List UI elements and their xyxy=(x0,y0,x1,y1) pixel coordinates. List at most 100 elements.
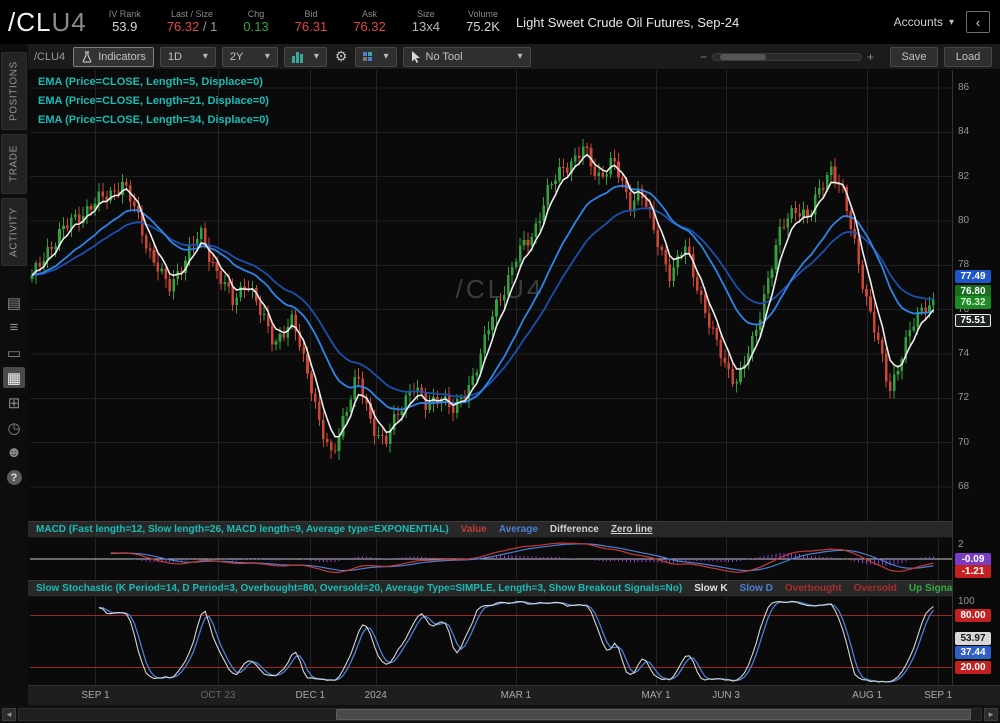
legend-item: Value xyxy=(461,524,487,535)
sidebar-tab-activity[interactable]: ACTIVITY xyxy=(1,198,27,266)
cursor-icon xyxy=(411,51,421,63)
price-bubble: 37.44 xyxy=(955,646,991,659)
aggregation-dropdown[interactable]: 1D ▾ xyxy=(160,47,216,67)
price-bubble: 53.97 xyxy=(955,632,991,645)
time-axis-label: MAY 1 xyxy=(641,690,670,701)
range-value: 2Y xyxy=(230,51,243,63)
aggregation-value: 1D xyxy=(168,51,182,63)
ema-label[interactable]: EMA (Price=CLOSE, Length=34, Displace=0) xyxy=(38,114,269,126)
watchlist-icon[interactable]: ≡ xyxy=(3,317,25,338)
axis-tick: 80 xyxy=(958,215,969,227)
scrollbar-thumb[interactable] xyxy=(336,709,971,720)
stochastic-splitter-bar[interactable]: Slow Stochastic (K Period=14, D Period=3… xyxy=(28,580,1000,597)
time-axis-label: SEP 1 xyxy=(81,690,109,701)
drawing-tool-dropdown[interactable]: No Tool ▾ xyxy=(403,47,531,67)
macd-legend: Value Average Difference Zero line xyxy=(461,524,653,535)
legend-item: Average xyxy=(499,524,538,535)
axis-tick: 74 xyxy=(958,348,969,360)
price-bubble: 77.49 xyxy=(955,270,991,283)
ema-label[interactable]: EMA (Price=CLOSE, Length=5, Displace=0) xyxy=(38,76,269,88)
chevron-down-icon: ▾ xyxy=(203,51,208,62)
pattern-chart-icon[interactable]: ▦ xyxy=(3,367,25,388)
price-bubble: 76.32 xyxy=(955,296,991,309)
zoom-slider-thumb[interactable] xyxy=(720,54,766,60)
sidebar-tab-positions[interactable]: POSITIONS xyxy=(1,52,27,130)
chart-settings-button[interactable]: ⚙ xyxy=(333,48,350,65)
time-axis-label: SEP 1 xyxy=(924,690,952,701)
collapse-panel-button[interactable]: ‹ xyxy=(966,11,990,33)
axis-tick: 82 xyxy=(958,171,969,183)
grid-apps-icon[interactable]: ⊞ xyxy=(3,392,25,413)
chevron-down-icon: ▾ xyxy=(265,51,270,62)
range-dropdown[interactable]: 2Y ▾ xyxy=(222,47,278,67)
legend-item: Overbought xyxy=(785,583,842,594)
chevron-down-icon: ▾ xyxy=(517,51,522,62)
ema-study-labels: EMA (Price=CLOSE, Length=5, Displace=0) E… xyxy=(38,76,269,126)
toolbar-symbol-label: /CLU4 xyxy=(34,51,65,63)
price-bubble: 20.00 xyxy=(955,661,991,674)
chevron-left-icon: ‹ xyxy=(976,15,980,30)
monitor-icon[interactable]: ▭ xyxy=(3,342,25,363)
time-axis-label: OCT 23 xyxy=(201,690,236,701)
trading-platform-window: /CLU4 IV Rank53.9Last / Size76.32 / 1Chg… xyxy=(0,0,1000,723)
sidebar-tab-trade[interactable]: TRADE xyxy=(1,134,27,194)
stochastic-pane-canvas[interactable] xyxy=(30,597,952,685)
quote-stat-chg: Chg0.13 xyxy=(243,9,268,34)
load-button[interactable]: Load xyxy=(944,47,992,67)
ema-label[interactable]: EMA (Price=CLOSE, Length=21, Displace=0) xyxy=(38,95,269,107)
chart-region: /CLU4 EMA (Price=CLOSE, Length=5, Displa… xyxy=(28,70,1000,685)
quote-stat-bid: Bid76.31 xyxy=(295,9,328,34)
legend-item: Oversold xyxy=(854,583,897,594)
community-icon[interactable]: ☻ xyxy=(3,442,25,463)
indicators-button[interactable]: Indicators xyxy=(73,47,154,67)
legend-item: Slow D xyxy=(740,583,773,594)
zoom-out-button[interactable]: − xyxy=(700,50,707,64)
accounts-dropdown[interactable]: Accounts ▾ xyxy=(894,15,954,29)
quote-stat-ask: Ask76.32 xyxy=(353,9,386,34)
history-clock-icon[interactable]: ◷ xyxy=(3,417,25,438)
left-sidebar: POSITIONS TRADE ACTIVITY ▤ ≡ ▭ ▦ ⊞ ◷ ☻? xyxy=(0,44,28,705)
flask-icon xyxy=(81,51,93,63)
legend-item: Zero line xyxy=(611,524,653,535)
chart-scrollbar: ◂ ▸ xyxy=(0,705,1000,723)
drawing-set-dropdown[interactable]: ▾ xyxy=(355,47,396,67)
legend-item: Difference xyxy=(550,524,599,535)
price-chart-canvas[interactable]: /CLU4 xyxy=(30,70,952,521)
macd-splitter-bar[interactable]: MACD (Fast length=12, Slow length=26, MA… xyxy=(28,521,1000,538)
chevron-down-icon: ▾ xyxy=(314,51,319,62)
quote-stats: IV Rank53.9Last / Size76.32 / 1Chg0.13Bi… xyxy=(109,9,500,34)
stochastic-study-label[interactable]: Slow Stochastic (K Period=14, D Period=3… xyxy=(36,583,682,594)
axis-tick: 72 xyxy=(958,392,969,404)
macd-study-label[interactable]: MACD (Fast length=12, Slow length=26, MA… xyxy=(36,524,449,535)
scroll-left-button[interactable]: ◂ xyxy=(2,708,16,721)
active-tool-label: No Tool xyxy=(426,51,463,63)
zoom-slider-track[interactable] xyxy=(712,53,862,61)
chart-toolbar: /CLU4 Indicators 1D ▾ 2Y ▾ ▾ ⚙ ▾ xyxy=(28,44,1000,70)
axis-tick: 100 xyxy=(958,596,975,608)
quote-stat-volume: Volume75.2K xyxy=(466,9,500,34)
price-bubble: -1.21 xyxy=(955,565,991,578)
legend-item: Up Signal xyxy=(909,583,955,594)
chart-type-dropdown[interactable]: ▾ xyxy=(284,47,327,67)
scrollbar-track[interactable] xyxy=(18,708,982,721)
time-axis-label: MAR 1 xyxy=(501,690,532,701)
axis-tick: 68 xyxy=(958,481,969,493)
time-axis[interactable]: SEP 1OCT 23DEC 12024MAR 1MAY 1JUN 3AUG 1… xyxy=(28,685,1000,705)
indicators-label: Indicators xyxy=(98,51,146,63)
price-axis[interactable]: 86848280787674727068210077.4976.8076.327… xyxy=(952,70,1000,685)
zoom-in-button[interactable]: + xyxy=(867,50,874,64)
axis-tick: 84 xyxy=(958,126,969,138)
symbol-suffix: U4 xyxy=(51,7,86,37)
time-axis-label: 2024 xyxy=(365,690,387,701)
price-bubble: 75.51 xyxy=(955,314,991,327)
time-axis-label: AUG 1 xyxy=(852,690,882,701)
quote-stat-last-size: Last / Size76.32 / 1 xyxy=(167,9,218,34)
time-axis-label: DEC 1 xyxy=(296,690,325,701)
help-icon[interactable]: ? xyxy=(3,467,25,488)
scroll-right-button[interactable]: ▸ xyxy=(984,708,998,721)
news-icon[interactable]: ▤ xyxy=(3,292,25,313)
save-button[interactable]: Save xyxy=(890,47,938,67)
axis-tick: 70 xyxy=(958,437,969,449)
macd-pane-canvas[interactable] xyxy=(30,538,952,580)
quote-header: /CLU4 IV Rank53.9Last / Size76.32 / 1Chg… xyxy=(0,0,1000,44)
